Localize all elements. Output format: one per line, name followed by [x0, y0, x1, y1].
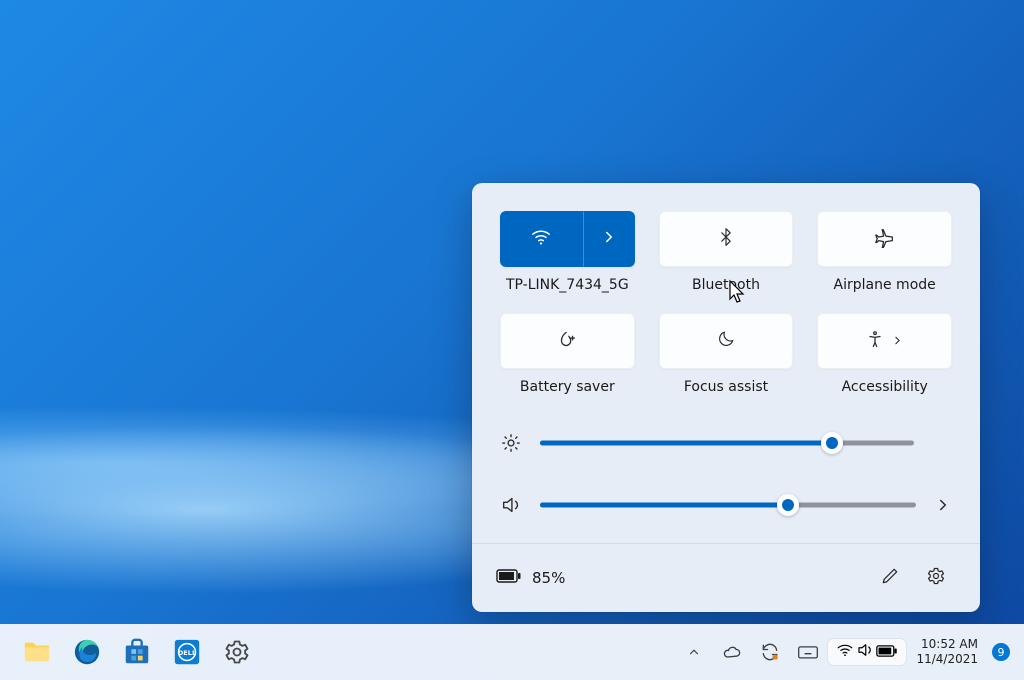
chevron-up-icon: [687, 645, 701, 659]
edit-quick-settings-button[interactable]: [870, 558, 910, 598]
brightness-icon: [500, 432, 522, 454]
system-tray: 10:52 AM 11/4/2021 9: [676, 634, 1010, 670]
focus-assist-toggle-button[interactable]: [659, 313, 794, 369]
microsoft-store-button[interactable]: [114, 629, 160, 675]
settings-button[interactable]: [916, 558, 956, 598]
wifi-icon: [530, 226, 552, 252]
edge-browser-button[interactable]: [64, 629, 110, 675]
accessibility-button[interactable]: [817, 313, 952, 369]
chevron-right-icon: [891, 332, 904, 351]
airplane-toggle-button[interactable]: [817, 211, 952, 267]
taskbar: DELL: [0, 624, 1024, 680]
clock-button[interactable]: 10:52 AM 11/4/2021: [908, 637, 986, 667]
dell-app-button[interactable]: DELL: [164, 629, 210, 675]
input-indicator-button[interactable]: [790, 634, 826, 670]
wifi-icon: [836, 641, 854, 663]
brightness-slider[interactable]: [540, 431, 914, 455]
wifi-expand-button[interactable]: [583, 211, 635, 267]
onedrive-tray-button[interactable]: [714, 634, 750, 670]
taskbar-pinned-apps: DELL: [14, 629, 260, 675]
battery-status[interactable]: 85%: [496, 567, 565, 589]
quick-settings-footer: 85%: [472, 543, 980, 612]
file-explorer-button[interactable]: [14, 629, 60, 675]
battery-icon: [496, 567, 522, 589]
focus-assist-label: Focus assist: [684, 379, 768, 395]
volume-row: [500, 493, 952, 517]
accessibility-tile: Accessibility: [817, 313, 952, 395]
battery-saver-label: Battery saver: [520, 379, 615, 395]
quick-settings-grid: TP-LINK_7434_5G Bluetooth Airplane mode: [500, 211, 952, 395]
store-icon: [122, 637, 152, 667]
bluetooth-label: Bluetooth: [692, 277, 760, 293]
bluetooth-icon: [716, 227, 736, 251]
volume-expand-chevron-icon[interactable]: [934, 496, 952, 514]
brightness-row: [500, 431, 952, 455]
date-text: 11/4/2021: [916, 652, 978, 667]
volume-icon: [856, 641, 874, 663]
wifi-toggle-button[interactable]: [500, 211, 583, 267]
accessibility-label: Accessibility: [842, 379, 928, 395]
chevron-right-icon: [600, 228, 618, 250]
tray-overflow-button[interactable]: [676, 634, 712, 670]
battery-saver-toggle-button[interactable]: [500, 313, 635, 369]
windows-update-tray-button[interactable]: [752, 634, 788, 670]
moon-icon: [716, 329, 736, 353]
edge-icon: [72, 637, 102, 667]
bluetooth-tile: Bluetooth: [659, 211, 794, 293]
airplane-icon: [874, 226, 896, 252]
battery-saver-icon: [555, 328, 579, 354]
wifi-tile: TP-LINK_7434_5G: [500, 211, 635, 293]
battery-percent-text: 85%: [532, 569, 565, 587]
wifi-label: TP-LINK_7434_5G: [506, 277, 629, 293]
airplane-label: Airplane mode: [834, 277, 936, 293]
settings-app-button[interactable]: [214, 629, 260, 675]
time-text: 10:52 AM: [921, 637, 978, 652]
airplane-tile: Airplane mode: [817, 211, 952, 293]
notification-count-badge[interactable]: 9: [992, 643, 1010, 661]
sync-icon: [760, 642, 780, 662]
gear-icon: [223, 638, 251, 666]
gear-icon: [926, 566, 946, 590]
dell-icon: DELL: [172, 637, 202, 667]
svg-text:DELL: DELL: [178, 649, 196, 657]
focus-assist-tile: Focus assist: [659, 313, 794, 395]
network-volume-battery-button[interactable]: [828, 639, 906, 665]
accessibility-icon: [865, 329, 885, 353]
quick-settings-sliders: [500, 431, 952, 517]
volume-icon: [500, 494, 522, 516]
quick-settings-panel: TP-LINK_7434_5G Bluetooth Airplane mode: [472, 183, 980, 612]
pencil-icon: [880, 566, 900, 590]
battery-saver-tile: Battery saver: [500, 313, 635, 395]
bluetooth-toggle-button[interactable]: [659, 211, 794, 267]
folder-icon: [22, 637, 52, 667]
battery-icon: [876, 643, 898, 662]
cloud-icon: [722, 642, 742, 662]
keyboard-icon: [797, 642, 819, 662]
volume-slider[interactable]: [540, 493, 916, 517]
